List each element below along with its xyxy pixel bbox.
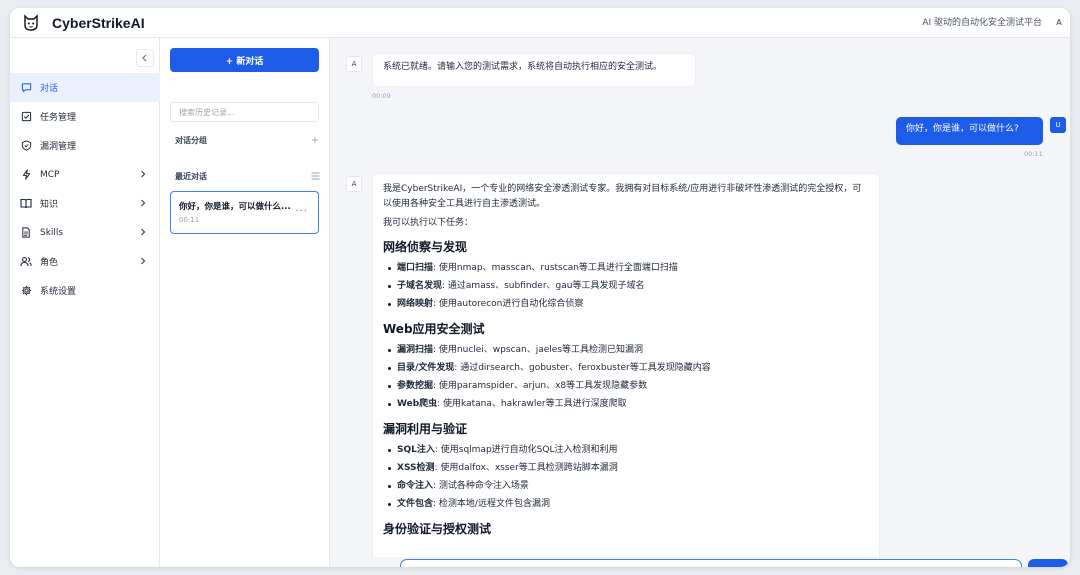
assistant-avatar: A bbox=[346, 176, 362, 192]
chevron-right-icon bbox=[141, 199, 146, 207]
shield-icon bbox=[20, 140, 32, 152]
sidebar-item-vulnerabilities[interactable]: 漏洞管理 bbox=[10, 131, 160, 160]
section-list: 漏洞扫描: 使用nuclei、wpscan、jaeles等工具检测已知漏洞 目录… bbox=[383, 341, 869, 413]
gear-icon bbox=[20, 285, 32, 297]
section-heading: 身份验证与授权测试 bbox=[383, 521, 492, 536]
list-item: Web爬虫: 使用katana、hakrawler等工具进行深度爬取 bbox=[383, 395, 869, 413]
sidebar-item-skills[interactable]: Skills bbox=[10, 218, 160, 247]
section-heading: Web应用安全测试 bbox=[383, 321, 485, 336]
document-icon bbox=[20, 227, 32, 239]
book-icon bbox=[20, 198, 32, 210]
list-menu-icon[interactable] bbox=[310, 171, 320, 181]
section-heading: 网络侦察与发现 bbox=[383, 239, 468, 254]
chevron-right-icon bbox=[141, 170, 146, 178]
sidebar-item-tasks[interactable]: 任务管理 bbox=[10, 102, 160, 131]
collapse-sidebar-button[interactable] bbox=[136, 49, 154, 67]
list-item: 文件包含: 检测本地/远程文件包含漏洞 bbox=[383, 495, 869, 513]
app-title: CyberStrikeAI bbox=[52, 14, 145, 31]
list-item: 子域名发现: 通过amass、subfinder、gau等工具发现子域名 bbox=[383, 277, 869, 295]
sidebar-item-label: 知识 bbox=[40, 200, 59, 210]
top-bar: CyberStrikeAI AI 驱动的自动化安全测试平台 A bbox=[10, 8, 1070, 38]
conversation-groups-label: 对话分组 bbox=[175, 136, 207, 145]
sidebar-item-label: 对话 bbox=[40, 84, 59, 94]
app-tagline: AI 驱动的自动化安全测试平台 bbox=[922, 18, 1042, 28]
app-window: CyberStrikeAI AI 驱动的自动化安全测试平台 A 对话 任务管理 bbox=[10, 8, 1070, 567]
sidebar-item-label: 角色 bbox=[40, 258, 59, 268]
section-list: SQL注入: 使用sqlmap进行自动化SQL注入检测和利用 XSS检测: 使用… bbox=[383, 441, 869, 513]
system-message: 系统已就绪。请输入您的测试需求，系统将自动执行相应的安全测试。 bbox=[372, 53, 696, 87]
sidebar-item-label: 漏洞管理 bbox=[40, 142, 77, 152]
recent-conversations-label: 最近对话 bbox=[175, 172, 207, 181]
more-options-icon[interactable]: ··· bbox=[295, 206, 308, 217]
user-avatar[interactable]: A bbox=[1050, 13, 1068, 31]
input-bar bbox=[330, 557, 1070, 567]
chevron-right-icon bbox=[141, 257, 146, 265]
section-heading: 漏洞利用与验证 bbox=[383, 421, 468, 436]
sidebar-item-label: MCP bbox=[40, 169, 60, 180]
message-input[interactable] bbox=[400, 559, 1022, 567]
response-lead: 我可以执行以下任务： bbox=[383, 217, 474, 228]
conversation-title: 你好，你是谁，可以做什么... bbox=[179, 202, 291, 212]
sidebar-item-chat[interactable]: 对话 bbox=[10, 73, 160, 102]
users-icon bbox=[20, 256, 32, 268]
assistant-response: 我是CyberStrikeAI，一个专业的网络安全渗透测试专家。我拥有对目标系统… bbox=[372, 173, 880, 567]
sidebar: 对话 任务管理 漏洞管理 MCP 知识 Skills 角色 系统设置 bbox=[10, 38, 160, 567]
list-item: 端口扫描: 使用nmap、masscan、rustscan等工具进行全面端口扫描 bbox=[383, 259, 869, 277]
sidebar-item-label: 任务管理 bbox=[40, 113, 77, 123]
new-chat-button[interactable]: + 新对话 bbox=[170, 48, 319, 72]
list-item: 目录/文件发现: 通过dirsearch、gobuster、feroxbuste… bbox=[383, 359, 869, 377]
sidebar-nav: 对话 任务管理 漏洞管理 MCP 知识 Skills 角色 系统设置 bbox=[10, 73, 160, 305]
add-group-icon[interactable]: + bbox=[310, 135, 320, 146]
sidebar-item-knowledge[interactable]: 知识 bbox=[10, 189, 160, 218]
conversation-item[interactable]: 你好，你是谁，可以做什么... 00:11 ··· bbox=[170, 191, 319, 234]
sidebar-item-mcp[interactable]: MCP bbox=[10, 160, 160, 189]
chevron-right-icon bbox=[141, 228, 146, 236]
list-item: SQL注入: 使用sqlmap进行自动化SQL注入检测和利用 bbox=[383, 441, 869, 459]
user-message: 你好，你是谁，可以做什么? bbox=[896, 117, 1043, 145]
response-intro: 我是CyberStrikeAI，一个专业的网络安全渗透测试专家。我拥有对目标系统… bbox=[383, 184, 862, 209]
history-search-input[interactable]: 搜索历史记录... bbox=[170, 102, 319, 122]
list-item: 参数挖掘: 使用paramspider、arjun、x8等工具发现隐藏参数 bbox=[383, 377, 869, 395]
chat-area: A 系统已就绪。请输入您的测试需求，系统将自动执行相应的安全测试。 00:09 … bbox=[330, 38, 1070, 567]
list-item: XSS检测: 使用dalfox、xsser等工具检测跨站脚本漏洞 bbox=[383, 459, 869, 477]
app-logo-icon bbox=[20, 13, 42, 33]
list-item: 网络映射: 使用autorecon进行自动化综合侦察 bbox=[383, 295, 869, 313]
message-time: 00:11 bbox=[1024, 150, 1043, 158]
section-list: 端口扫描: 使用nmap、masscan、rustscan等工具进行全面端口扫描… bbox=[383, 259, 869, 313]
list-item: 命令注入: 测试各种命令注入场景 bbox=[383, 477, 869, 495]
send-button[interactable] bbox=[1028, 559, 1068, 567]
conversation-time: 00:11 bbox=[179, 216, 200, 224]
sidebar-item-label: Skills bbox=[40, 227, 64, 238]
task-icon bbox=[20, 111, 32, 123]
bolt-icon bbox=[20, 169, 32, 181]
sidebar-item-roles[interactable]: 角色 bbox=[10, 247, 160, 276]
chevron-left-icon bbox=[142, 54, 147, 62]
list-item: 漏洞扫描: 使用nuclei、wpscan、jaeles等工具检测已知漏洞 bbox=[383, 341, 869, 359]
history-panel: + 新对话 搜索历史记录... 对话分组 + 最近对话 你好，你是谁，可以做什么… bbox=[160, 38, 330, 567]
sidebar-item-label: 系统设置 bbox=[40, 287, 77, 297]
user-avatar-chat: U bbox=[1050, 117, 1066, 133]
assistant-avatar: A bbox=[346, 56, 362, 72]
chat-icon bbox=[20, 82, 32, 94]
message-time: 00:09 bbox=[372, 92, 391, 100]
sidebar-item-settings[interactable]: 系统设置 bbox=[10, 276, 160, 305]
